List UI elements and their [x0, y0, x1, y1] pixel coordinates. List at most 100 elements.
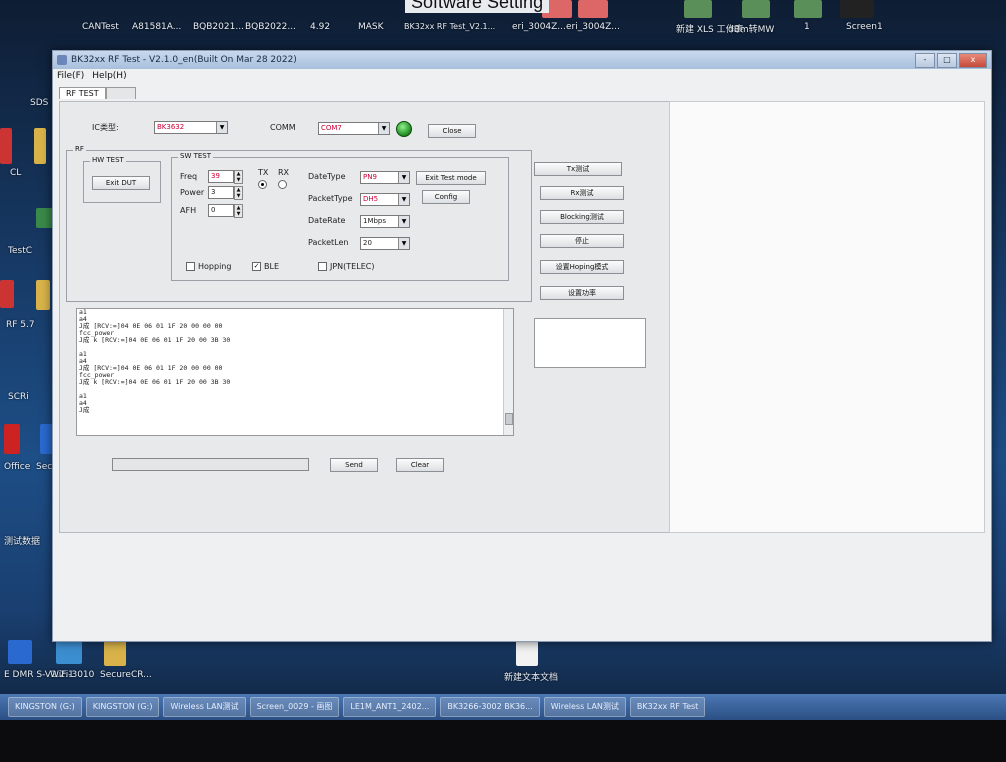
- ic-type-select[interactable]: BK3632 ▼: [154, 121, 228, 134]
- minimize-button[interactable]: -: [915, 53, 935, 68]
- taskbar-item[interactable]: LE1M_ANT1_2402...: [343, 697, 437, 717]
- send-button[interactable]: Send: [330, 458, 378, 472]
- desktop-icon-label[interactable]: SCRi: [8, 392, 29, 402]
- freq-stepper[interactable]: ▲ ▼: [234, 170, 243, 184]
- chevron-down-icon[interactable]: ▼: [398, 172, 409, 183]
- log-line: J成: [79, 406, 90, 414]
- chevron-down-icon[interactable]: ▼: [398, 238, 409, 249]
- close-port-button[interactable]: Close: [428, 124, 476, 138]
- taskbar-item[interactable]: BK3266-3002 BK36...: [440, 697, 540, 717]
- rf-test-panel: IC类型: BK3632 ▼ COMM COM7 ▼ Close RF HW T…: [59, 101, 671, 533]
- app-icon[interactable]: [0, 128, 12, 164]
- taskbar-item[interactable]: Screen_0029 - 画图: [249, 697, 340, 717]
- scroll-thumb[interactable]: [505, 413, 513, 425]
- clear-button[interactable]: Clear: [396, 458, 444, 472]
- chevron-down-icon[interactable]: ▼: [378, 123, 389, 134]
- desktop-icon-label[interactable]: CANTest: [82, 22, 119, 32]
- stop-button[interactable]: 停止: [540, 234, 624, 248]
- maximize-button[interactable]: □: [937, 53, 957, 68]
- taskbar-item[interactable]: BK32xx RF Test: [629, 697, 706, 717]
- desktop-icon-label[interactable]: CL: [10, 168, 21, 178]
- blocking-test-button[interactable]: Blocking测试: [540, 210, 624, 224]
- desktop-icon-label[interactable]: eri_3004Z...: [566, 22, 620, 32]
- send-input[interactable]: [112, 458, 309, 471]
- jpn-telec-checkbox[interactable]: [318, 262, 327, 271]
- desktop-icon-label[interactable]: Office: [4, 462, 30, 472]
- menu-help[interactable]: Help(H): [92, 71, 126, 81]
- title-bar[interactable]: BK32xx RF Test - V2.1.0_en(Built On Mar …: [53, 51, 991, 69]
- log-scrollbar[interactable]: [503, 309, 513, 435]
- power-label: Power: [180, 188, 205, 197]
- desktop-icon-label[interactable]: 4.92: [310, 22, 330, 32]
- folder-icon[interactable]: [104, 638, 126, 666]
- power-input[interactable]: 3: [208, 186, 234, 199]
- blank-right-pane: [669, 101, 985, 533]
- desktop-icon-label[interactable]: 新建文本文档: [504, 670, 558, 683]
- desktop-icon-label[interactable]: RF 5.7: [6, 320, 35, 330]
- exit-dut-button[interactable]: Exit DUT: [92, 176, 150, 190]
- desktop-icon-label[interactable]: BQB2021...: [193, 22, 244, 32]
- packettype-select[interactable]: DH5 ▼: [360, 193, 410, 206]
- desktop-icon-label[interactable]: SecureCR...: [100, 670, 152, 680]
- spreadsheet-icon[interactable]: [794, 0, 822, 18]
- desktop-icon-label[interactable]: Screen1: [846, 22, 883, 32]
- menu-file[interactable]: File(F): [57, 71, 84, 81]
- taskbar-item[interactable]: Wireless LAN测试: [543, 697, 626, 717]
- app-icon[interactable]: [8, 640, 32, 664]
- sw-test-group: SW TEST Freq 39 ▲ ▼ Power 3 ▲ ▼ AFH 0 ▲ ▼ T…: [171, 152, 509, 281]
- taskbar-item[interactable]: Wireless LAN测试: [163, 697, 246, 717]
- tab-rf-test[interactable]: RF TEST: [59, 87, 106, 99]
- status-text-box[interactable]: [534, 318, 646, 368]
- power-stepper[interactable]: ▲ ▼: [234, 186, 243, 200]
- datatype-select[interactable]: PN9 ▼: [360, 171, 410, 184]
- app-icon[interactable]: [0, 280, 14, 308]
- rx-test-button[interactable]: Rx测试: [540, 186, 624, 200]
- exit-test-mode-button[interactable]: Exit Test mode: [416, 171, 486, 185]
- comm-select[interactable]: COM7 ▼: [318, 122, 390, 135]
- image-file-icon[interactable]: [840, 0, 874, 18]
- tx-radio[interactable]: [258, 180, 267, 189]
- desktop-icon-label[interactable]: TestC: [8, 246, 32, 256]
- spreadsheet-icon[interactable]: [742, 0, 770, 18]
- chevron-down-icon[interactable]: ▼: [216, 122, 227, 133]
- rx-radio[interactable]: [278, 180, 287, 189]
- tab-empty[interactable]: [105, 87, 136, 99]
- desktop-icon-label[interactable]: dBm转MW: [728, 22, 774, 35]
- desktop-icon-label[interactable]: 测试数据: [4, 534, 40, 547]
- office-icon[interactable]: [4, 424, 20, 454]
- set-power-button[interactable]: 设置功率: [540, 286, 624, 300]
- hopping-checkbox[interactable]: [186, 262, 195, 271]
- packetlen-select[interactable]: 20 ▼: [360, 237, 410, 250]
- log-line: a4: [79, 399, 87, 407]
- datarate-select[interactable]: 1Mbps ▼: [360, 215, 410, 228]
- pdf-file-icon[interactable]: [578, 0, 608, 18]
- taskbar-item[interactable]: KINGSTON (G:): [85, 697, 160, 717]
- desktop-icon-label[interactable]: BQB2022...: [245, 22, 296, 32]
- desktop-icon-label[interactable]: 1: [804, 22, 810, 32]
- close-window-button[interactable]: x: [959, 53, 987, 68]
- folder-icon[interactable]: [34, 128, 46, 164]
- desktop-icon-label[interactable]: MASK: [358, 22, 384, 32]
- freq-input[interactable]: 39: [208, 170, 234, 183]
- tx-test-button[interactable]: Tx测试: [534, 162, 622, 176]
- desktop-icon-label[interactable]: WiFi-3010: [50, 670, 94, 680]
- chevron-down-icon[interactable]: ▼: [398, 216, 409, 227]
- desktop-icon-label[interactable]: eri_3004Z...: [512, 22, 566, 32]
- set-hopping-mode-button[interactable]: 设置Hoping模式: [540, 260, 624, 274]
- menu-bar: File(F) Help(H): [53, 69, 991, 83]
- app-icon: [57, 55, 67, 65]
- spreadsheet-icon[interactable]: [684, 0, 712, 18]
- desktop-icon-label[interactable]: A81581A...: [132, 22, 181, 32]
- text-file-icon[interactable]: [516, 638, 538, 666]
- config-button[interactable]: Config: [422, 190, 470, 204]
- desktop-icon-label[interactable]: SDS: [30, 98, 48, 108]
- afh-input[interactable]: 0: [208, 204, 234, 217]
- folder-icon[interactable]: [36, 280, 50, 310]
- taskbar-item[interactable]: KINGSTON (G:): [8, 697, 82, 717]
- ble-checkbox[interactable]: ✓: [252, 262, 261, 271]
- connection-status-led: [396, 121, 412, 137]
- log-output[interactable]: a1 a4 J成 [RCV:=]04 0E 06 01 1F 20 00 00 …: [76, 308, 514, 436]
- chevron-down-icon[interactable]: ▼: [398, 194, 409, 205]
- afh-stepper[interactable]: ▲ ▼: [234, 204, 243, 218]
- desktop-icon-label[interactable]: BK32xx RF Test_V2.1...: [404, 22, 495, 31]
